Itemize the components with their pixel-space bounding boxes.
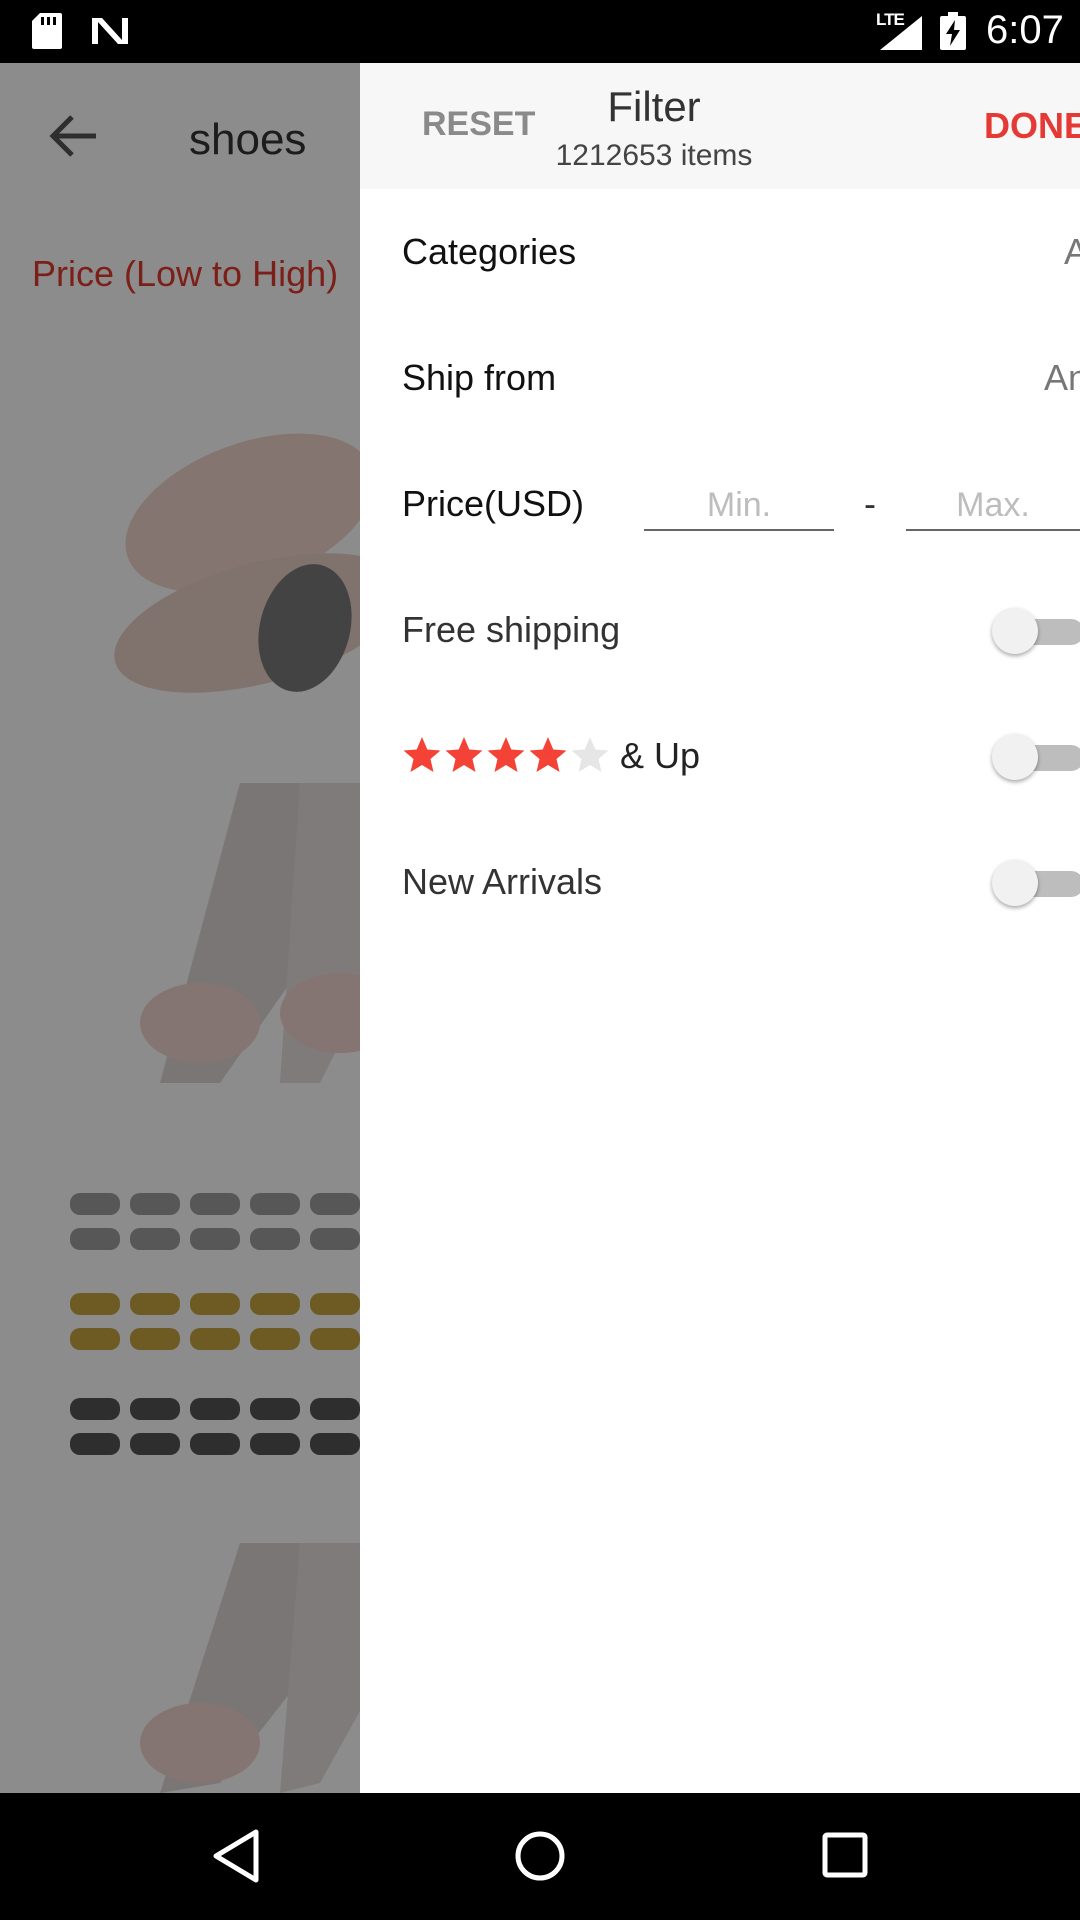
rating-stars [403, 737, 609, 772]
rating-row: & Up [360, 693, 1080, 819]
rating-toggle[interactable] [992, 734, 1080, 780]
battery-charging-icon [940, 12, 966, 50]
clock: 6:07 [986, 8, 1064, 52]
star-icon [487, 737, 525, 772]
ship-from-label: Ship from [402, 357, 557, 398]
filter-title: Filter [607, 83, 701, 130]
toggle-knob [992, 608, 1038, 654]
new-arrivals-toggle[interactable] [992, 860, 1080, 906]
free-shipping-toggle[interactable] [992, 608, 1080, 654]
free-shipping-row: Free shipping [360, 567, 1080, 693]
navigation-bar [0, 1793, 1080, 1920]
recents-nav-icon[interactable] [822, 1828, 868, 1884]
filter-header: RESET Filter 1212653 items DONE [360, 63, 1080, 189]
ship-from-value: Any [1044, 357, 1080, 398]
done-button[interactable]: DONE [984, 105, 1080, 147]
categories-row[interactable]: Categories All [360, 189, 1080, 315]
filter-drawer: RESET Filter 1212653 items DONE Categori… [360, 63, 1080, 1793]
new-arrivals-row: New Arrivals [360, 819, 1080, 945]
n-logo-icon [92, 18, 128, 44]
ship-from-row[interactable]: Ship from Any [360, 315, 1080, 441]
free-shipping-label: Free shipping [402, 609, 621, 650]
price-min-input[interactable] [644, 481, 834, 531]
price-max-input[interactable] [906, 481, 1080, 531]
toggle-knob [992, 734, 1038, 780]
star-icon [403, 737, 609, 772]
star-icon [445, 737, 483, 772]
back-nav-icon[interactable] [212, 1828, 260, 1884]
toggle-knob [992, 860, 1038, 906]
categories-value: All [1064, 231, 1080, 272]
result-count: 1212653 items [555, 139, 753, 172]
star-icon [529, 737, 567, 772]
sd-card-icon [32, 13, 62, 49]
price-label: Price(USD) [402, 483, 585, 524]
home-nav-icon[interactable] [514, 1828, 566, 1884]
new-arrivals-label: New Arrivals [402, 861, 603, 902]
status-bar: LTE 6:07 [0, 0, 1080, 63]
rating-up-label: & Up [620, 735, 701, 776]
price-row: Price(USD) - [360, 441, 1080, 567]
categories-label: Categories [402, 231, 577, 272]
price-separator: - [864, 483, 876, 524]
signal-icon [880, 16, 922, 50]
star-icon [403, 737, 441, 772]
star-empty-icon [571, 737, 609, 772]
